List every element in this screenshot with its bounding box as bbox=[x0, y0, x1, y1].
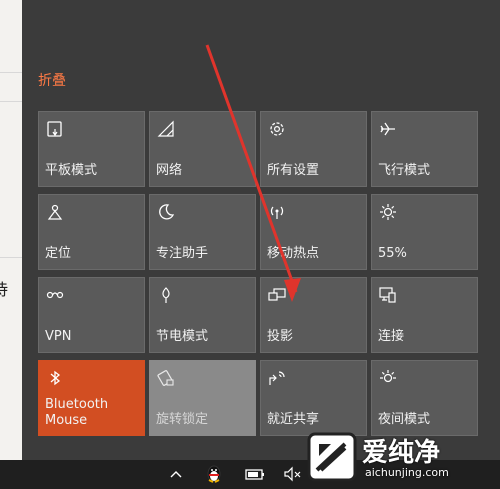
tile-label: 旋转锁定 bbox=[156, 412, 209, 427]
tile-label: Bluetooth Mouse bbox=[45, 397, 109, 428]
airplane-icon bbox=[380, 122, 395, 136]
tile-rotation-lock[interactable]: 旋转锁定 bbox=[149, 360, 256, 436]
document-text: 待 bbox=[0, 280, 9, 299]
tile-tablet-mode[interactable]: 平板模式 bbox=[38, 111, 145, 187]
tile-bluetooth[interactable]: Bluetooth Mouse bbox=[38, 360, 145, 436]
action-center: 折叠 平板模式 网络 所有设置 飞行模式 定位 专注助手 移动热点 55% VP… bbox=[22, 0, 500, 460]
hotspot-icon bbox=[270, 206, 284, 219]
collapse-button[interactable]: 折叠 bbox=[38, 70, 66, 90]
tile-label: 飞行模式 bbox=[378, 163, 431, 178]
tile-label: 专注助手 bbox=[156, 246, 209, 261]
tile-label: 网络 bbox=[156, 163, 183, 178]
tile-label: VPN bbox=[45, 329, 72, 344]
tile-location[interactable]: 定位 bbox=[38, 194, 145, 270]
background-document: 待 bbox=[0, 0, 22, 460]
tile-network[interactable]: 网络 bbox=[149, 111, 256, 187]
tile-brightness[interactable]: 55% bbox=[371, 194, 478, 270]
tile-label: 节电模式 bbox=[156, 329, 209, 344]
moon-icon bbox=[159, 204, 175, 220]
settings-gear-icon bbox=[270, 122, 284, 136]
document-rule bbox=[0, 101, 22, 102]
tile-all-settings[interactable]: 所有设置 bbox=[260, 111, 367, 187]
connect-icon bbox=[379, 287, 396, 303]
brightness-icon bbox=[380, 204, 396, 220]
tile-focus-assist[interactable]: 专注助手 bbox=[149, 194, 256, 270]
tablet-mode-icon bbox=[47, 121, 62, 137]
tile-battery-saver[interactable]: 节电模式 bbox=[149, 277, 256, 353]
tile-label: 连接 bbox=[378, 329, 405, 344]
tile-label: 移动热点 bbox=[267, 246, 320, 261]
tile-project[interactable]: 投影 bbox=[260, 277, 367, 353]
tile-mobile-hotspot[interactable]: 移动热点 bbox=[260, 194, 367, 270]
tile-label: 夜间模式 bbox=[378, 412, 431, 427]
tile-vpn[interactable]: VPN bbox=[38, 277, 145, 353]
watermark-chinese-text: 爱纯净 bbox=[362, 438, 441, 468]
watermark-url-text: aichunjing.com bbox=[365, 466, 449, 479]
watermark: 爱纯净 aichunjing.com bbox=[307, 432, 497, 482]
battery-icon[interactable] bbox=[244, 464, 266, 484]
document-rule bbox=[0, 72, 22, 73]
tile-nearby-share[interactable]: 就近共享 bbox=[260, 360, 367, 436]
tile-label: 55% bbox=[378, 246, 407, 261]
watermark-logo-icon bbox=[307, 432, 357, 482]
chevron-up-icon[interactable] bbox=[168, 464, 184, 484]
tile-label: 平板模式 bbox=[45, 163, 98, 178]
project-icon bbox=[268, 288, 286, 301]
location-icon bbox=[47, 204, 63, 220]
rotation-lock-icon bbox=[157, 370, 174, 386]
tile-label: 就近共享 bbox=[267, 412, 320, 427]
tile-night-light[interactable]: 夜间模式 bbox=[371, 360, 478, 436]
speaker-muted-icon[interactable] bbox=[282, 464, 304, 484]
tile-connect[interactable]: 连接 bbox=[371, 277, 478, 353]
tile-label: 所有设置 bbox=[267, 163, 320, 178]
qq-penguin-icon[interactable] bbox=[204, 464, 224, 484]
night-light-icon bbox=[380, 370, 396, 383]
network-icon bbox=[157, 120, 174, 137]
tile-label: 投影 bbox=[267, 329, 294, 344]
bluetooth-icon bbox=[50, 370, 61, 386]
nearby-share-icon bbox=[269, 371, 285, 385]
tile-airplane-mode[interactable]: 飞行模式 bbox=[371, 111, 478, 187]
battery-saver-icon bbox=[162, 287, 170, 303]
document-rule bbox=[0, 257, 22, 258]
tile-label: 定位 bbox=[45, 246, 72, 261]
vpn-icon bbox=[46, 291, 64, 299]
